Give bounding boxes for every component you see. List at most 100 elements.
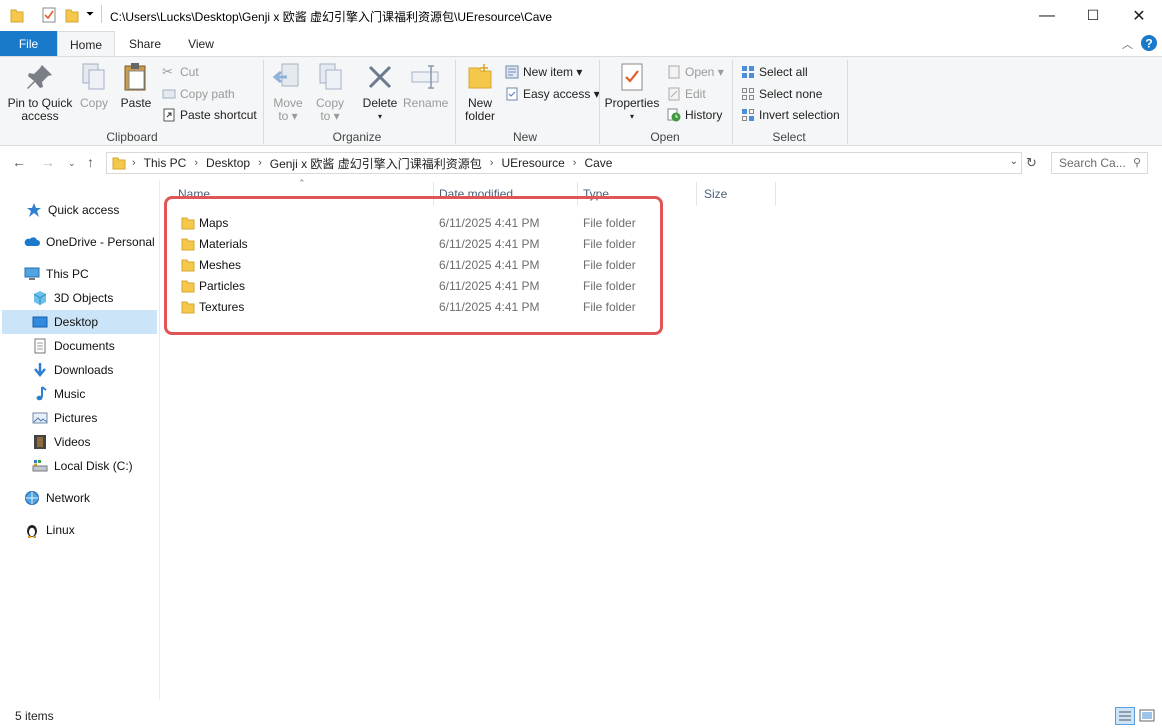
search-placeholder: Search Ca... [1059,156,1126,170]
select-none-icon [742,88,754,100]
copy-button[interactable]: Copy [76,61,112,110]
search-icon: ⚲ [1132,157,1141,169]
group-separator [847,60,848,144]
paste-button[interactable]: Paste [117,61,155,110]
chevron-right-icon[interactable]: › [490,157,494,169]
close-button[interactable]: ✕ [1116,0,1162,31]
edit-label: Edit [685,87,706,101]
collapse-ribbon-icon[interactable]: ︿ [1122,36,1133,52]
address-dropdown-icon[interactable]: ⌄ [1010,156,1018,167]
star-icon [27,203,41,217]
properties-dropdown-icon[interactable]: ▾ [604,110,660,123]
back-arrow-icon[interactable]: ← [12,154,26,170]
paste-shortcut-button[interactable]: Paste shortcut [162,106,257,124]
nav-label: Pictures [54,411,98,425]
address-bar[interactable]: › This PC › Desktop › Genji x 欧酱 虚幻引擎入门课… [106,152,1022,174]
group-organize: Organize [332,130,382,144]
move-to-icon [272,63,299,87]
column-divider[interactable] [696,182,697,206]
breadcrumb-ueresource[interactable]: UEresource [501,156,564,170]
nav-downloads[interactable]: Downloads [32,359,113,381]
nav-3d-objects[interactable]: 3D Objects [32,287,113,309]
minimize-button[interactable]: — [1024,0,1070,31]
group-open: Open [650,130,680,144]
select-all-icon [742,66,754,78]
film-icon [34,435,46,449]
chevron-right-icon[interactable]: › [573,157,577,169]
nav-pictures[interactable]: Pictures [32,407,97,429]
computer-icon [24,267,40,280]
nav-music[interactable]: Music [32,383,85,405]
breadcrumb-cave[interactable]: Cave [584,156,612,170]
annotation-highlight-box [164,196,663,335]
nav-label: Music [54,387,86,401]
recent-locations-icon[interactable]: ⌄ [68,158,76,169]
new-folder-button[interactable]: New folder [460,61,500,123]
nav-quick-access[interactable]: Quick access [26,199,119,221]
nav-videos[interactable]: Videos [32,431,90,453]
select-none-button[interactable]: Select none [741,85,822,103]
copy-path-button[interactable]: Copy path [162,85,235,103]
new-folder-quick-icon[interactable] [65,7,79,23]
help-icon[interactable]: ? [1141,35,1157,51]
refresh-icon[interactable]: ↻ [1026,155,1037,171]
nav-label: Quick access [48,203,120,217]
nav-documents[interactable]: Documents [32,335,115,357]
pin-to-quick-access-button[interactable]: Pin to Quick access [4,61,76,123]
nav-onedrive[interactable]: OneDrive - Personal [24,231,155,253]
forward-arrow-icon[interactable]: → [41,154,55,170]
cut-button[interactable]: ✂ Cut [162,63,199,81]
move-to-button[interactable]: Move to ▾ [270,61,306,123]
edit-button[interactable]: Edit [667,85,706,103]
customize-quick-access-icon[interactable]: ⏷ [86,9,94,20]
paste-shortcut-icon [163,108,175,122]
tab-home[interactable]: Home [57,31,115,57]
column-header-size[interactable]: Size [704,187,727,201]
scissors-icon: ✂ [162,64,173,79]
delete-button[interactable]: Delete ▾ [361,61,399,123]
delete-dropdown-icon[interactable]: ▾ [361,110,399,123]
nav-label: Documents [54,339,115,353]
desktop-icon [32,316,48,328]
easy-access-label: Easy access ▾ [523,87,600,101]
nav-desktop[interactable]: Desktop [32,311,98,333]
rename-button[interactable]: Rename [403,61,448,110]
details-view-icon[interactable] [1115,707,1135,725]
chevron-right-icon[interactable]: › [132,157,136,169]
breadcrumb-this-pc[interactable]: This PC [144,156,187,170]
maximize-button[interactable]: ☐ [1070,0,1116,31]
history-button[interactable]: History [667,106,722,124]
breadcrumb-desktop[interactable]: Desktop [206,156,250,170]
nav-this-pc[interactable]: This PC [24,263,89,285]
properties-label: Properties [604,96,660,110]
properties-button[interactable]: Properties ▾ [604,61,660,123]
chevron-right-icon[interactable]: › [194,157,198,169]
new-folder-icon [468,64,492,89]
tab-file[interactable]: File [0,31,57,56]
properties-quick-icon[interactable] [42,7,56,23]
tab-view[interactable]: View [180,31,222,56]
search-input[interactable]: Search Ca... ⚲ [1051,152,1148,174]
ribbon: Pin to Quick access Copy Paste ✂ Cut Copy… [0,56,1162,146]
copy-to-button[interactable]: Copy to ▾ [312,61,348,123]
chevron-right-icon[interactable]: › [258,157,262,169]
select-all-button[interactable]: Select all [741,63,808,81]
delete-x-icon [368,65,392,89]
column-divider[interactable] [775,182,776,206]
tab-share[interactable]: Share [124,31,166,56]
nav-label: Linux [46,523,75,537]
nav-label: Videos [54,435,91,449]
minimize-icon: — [1039,6,1055,24]
up-arrow-icon[interactable]: ↑ [87,154,94,170]
invert-selection-button[interactable]: Invert selection [741,106,840,124]
nav-label: Desktop [54,315,99,329]
open-button[interactable]: Open ▾ [667,63,724,81]
large-icons-view-icon[interactable] [1138,707,1156,725]
nav-network[interactable]: Network [24,487,90,509]
breadcrumb-genji-folder[interactable]: Genji x 欧酱 虚幻引擎入门课福利资源包 [270,155,482,172]
easy-access-button[interactable]: Easy access ▾ [505,85,600,103]
cut-label: Cut [180,65,199,79]
nav-linux[interactable]: Linux [24,519,75,541]
nav-local-disk[interactable]: Local Disk (C:) [32,455,133,477]
new-item-button[interactable]: New item ▾ [505,63,582,81]
